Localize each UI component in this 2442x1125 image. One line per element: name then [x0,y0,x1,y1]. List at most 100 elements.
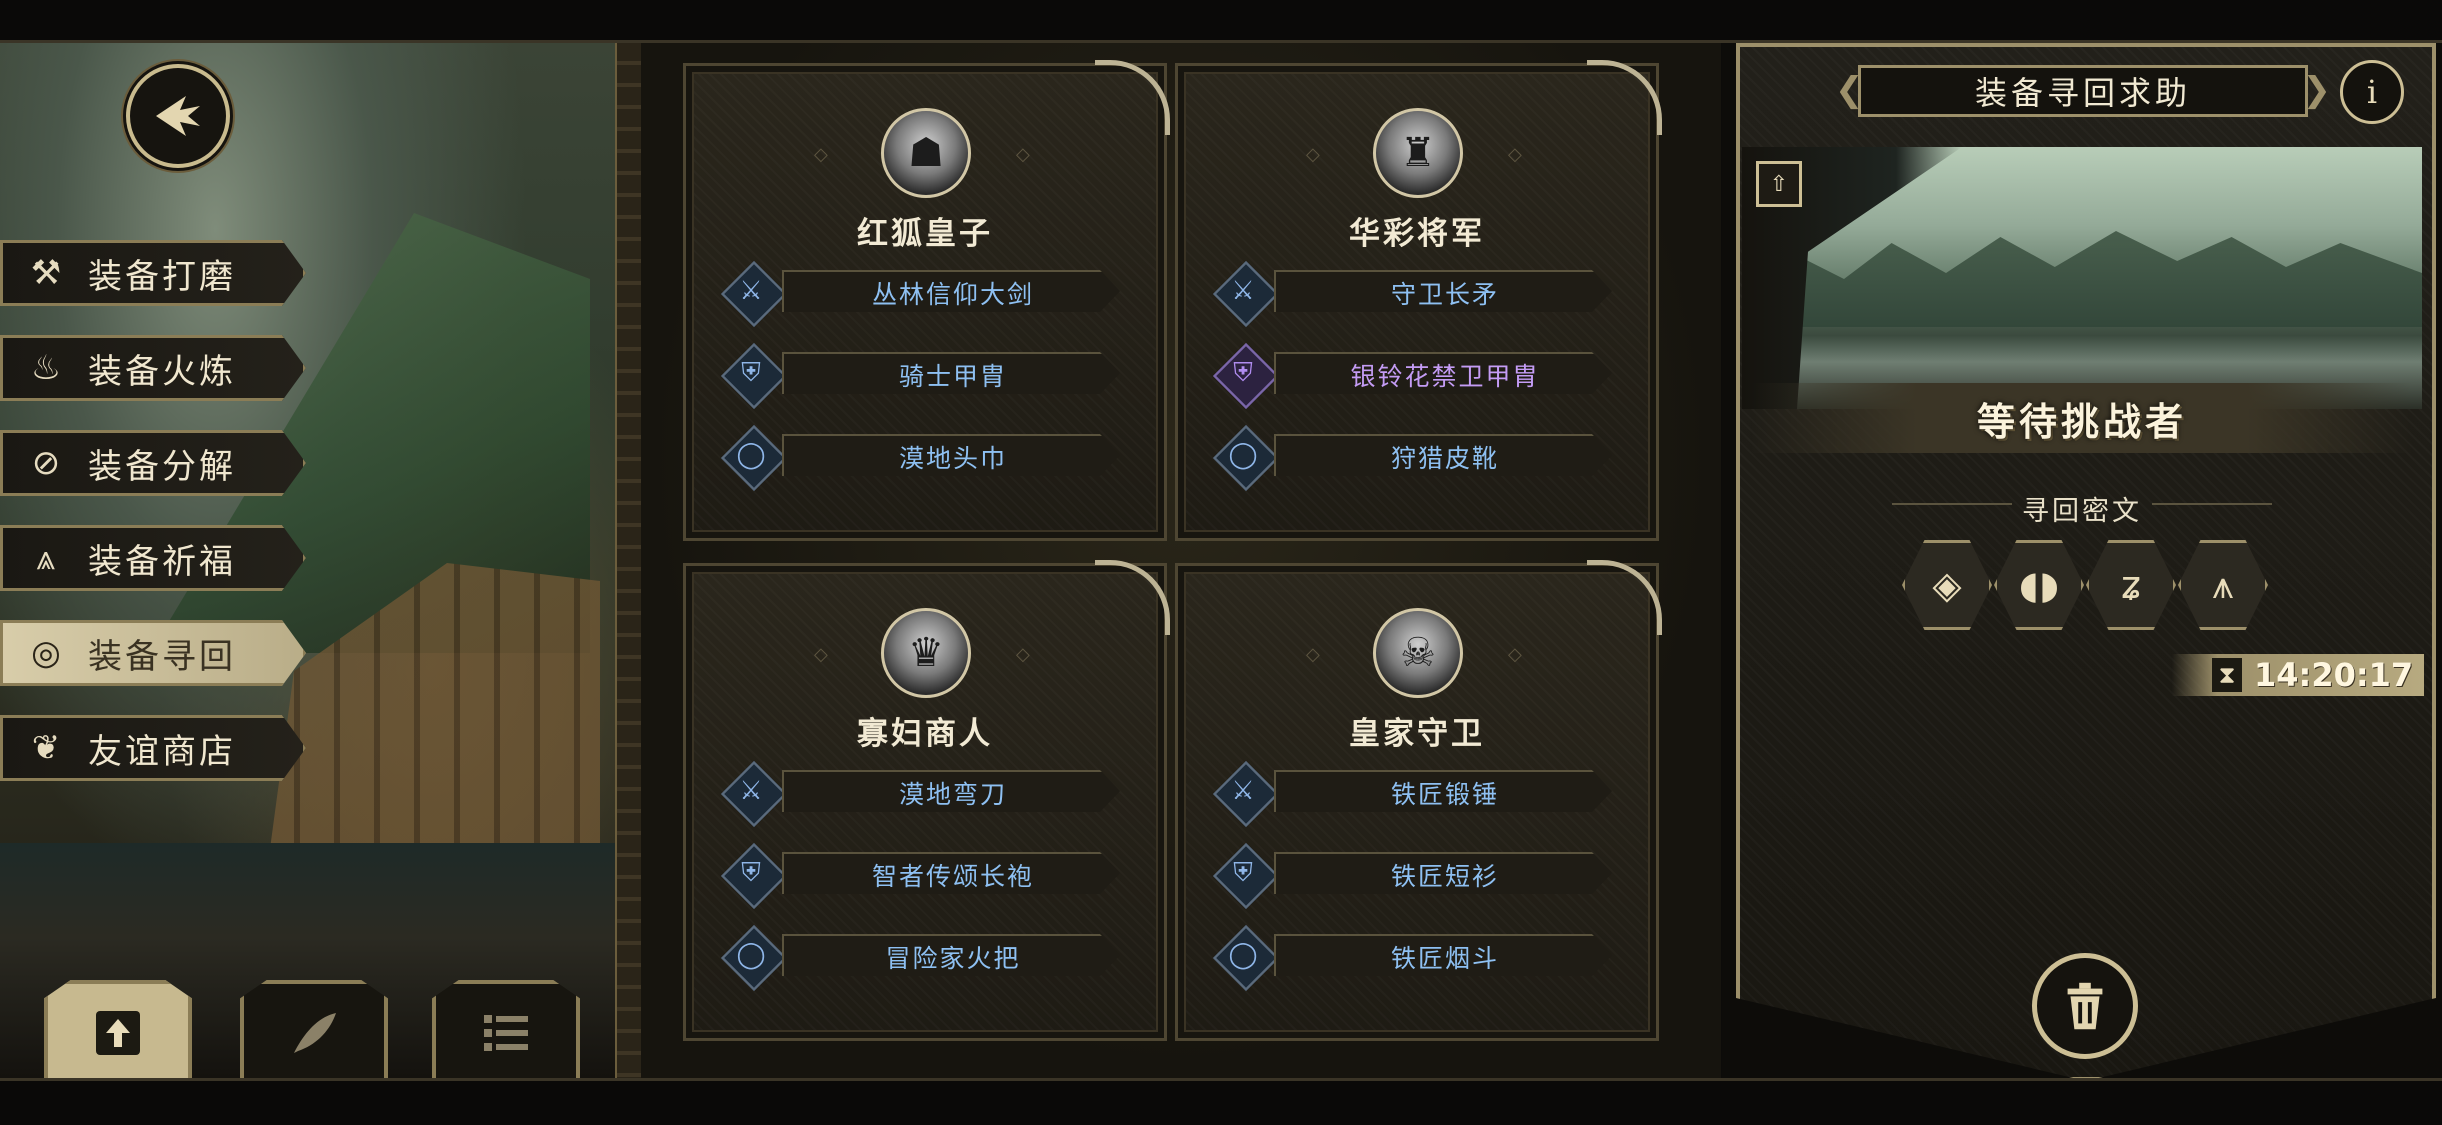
equipment-row[interactable]: ⛨ 智者传颂长袍 [720,842,1124,910]
timer-value: 14:20:17 [2254,656,2414,694]
menu-item-dismantle[interactable]: ⊘ 装备分解 [0,430,306,496]
equipment-name: 智者传颂长袍 [871,862,1034,891]
battle-scene-image: ⇧ [1742,147,2422,409]
wolf-portrait-icon: ☗ [908,130,944,176]
equipment-name: 铁匠烟斗 [1390,944,1499,973]
request-card[interactable]: ◇ ◇ ♜ 华彩将军 ⚔ 守卫长矛 ⛨ 银铃花禁卫甲胄 ◯ 狩猎皮靴 [1175,60,1662,541]
rune-slot[interactable]: ʑ [2086,540,2176,630]
owner-portrait: ☗ [881,108,971,198]
equipment-row[interactable]: ⛨ 铁匠短衫 [1212,842,1616,910]
owner-portrait: ♜ [1373,108,1463,198]
equipment-name: 丛林信仰大剑 [871,280,1034,309]
rune-slot[interactable]: ◈ [1902,540,1992,630]
request-card[interactable]: ◇ ◇ ☗ 红狐皇子 ⚔ 丛林信仰大剑 ⛨ 骑士甲胄 ◯ 漠地头巾 [683,60,1170,541]
diamond-ornament: ◇ [814,644,828,665]
bottom-frame [0,1078,2442,1125]
menu-item-retrieve[interactable]: ◎ 装备寻回 [0,620,306,686]
card-corner [1095,60,1170,135]
equipment-row[interactable]: ◯ 铁匠烟斗 [1212,924,1616,992]
equipment-bar: 银铃花禁卫甲胄 [1274,352,1612,394]
armor-icon: ⛨ [1233,857,1253,888]
tab-list[interactable] [432,980,580,1082]
equipment-name: 银铃花禁卫甲胄 [1350,362,1540,391]
rune-knot-icon: ʑ [2121,563,2141,607]
equipment-name: 骑士甲胄 [898,362,1007,391]
request-card[interactable]: ◇ ◇ ♛ 寡妇商人 ⚔ 漠地弯刀 ⛨ 智者传颂长袍 ◯ 冒险家火把 [683,560,1170,1041]
flame-icon: ♨ [30,348,62,388]
equipment-name: 铁匠锻锤 [1390,780,1499,809]
equipment-row[interactable]: ⚔ 守卫长矛 [1212,260,1616,328]
equipment-row[interactable]: ⛨ 银铃花禁卫甲胄 [1212,342,1616,410]
sword-icon: ⚔ [1231,276,1255,306]
owner-name: 红狐皇子 [857,216,993,252]
sword-icon: ⚔ [739,776,763,806]
request-card[interactable]: ◇ ◇ ☠ 皇家守卫 ⚔ 铁匠锻锤 ⛨ 铁匠短衫 ◯ 铁匠烟斗 [1175,560,1662,1041]
equipment-name: 狩猎皮靴 [1390,444,1499,473]
feather-icon [294,1013,336,1053]
card-corner [1587,560,1662,635]
share-button[interactable]: ⇧ [1756,161,1802,207]
menu-item-label: 装备火炼 [88,351,236,392]
equipment-row[interactable]: ⚔ 漠地弯刀 [720,760,1124,828]
delete-button[interactable] [2032,953,2138,1059]
back-button[interactable] [126,64,230,168]
menu-item-forge[interactable]: ♨ 装备火炼 [0,335,306,401]
ring-icon: ◯ [1228,440,1258,470]
rune-slot[interactable]: ◖◗ [1994,540,2084,630]
pray-icon: ⩓ [36,538,56,578]
equipment-name: 漠地头巾 [898,444,1007,473]
armor-icon: ⛨ [741,857,761,888]
diamond-ornament: ◇ [1306,144,1320,165]
equipment-bar: 丛林信仰大剑 [782,270,1120,312]
tab-upload[interactable] [44,980,192,1082]
panel-title: 装备寻回求助 [1835,65,2331,117]
armor-icon: ⛨ [1233,357,1253,388]
equipment-row[interactable]: ⚔ 丛林信仰大剑 [720,260,1124,328]
sword-icon: ⚔ [739,276,763,306]
equipment-row[interactable]: ⛨ 骑士甲胄 [720,342,1124,410]
hourglass-icon: ⧗ [2212,658,2242,692]
menu-item-friend-shop[interactable]: ❦ 友谊商店 [0,715,306,781]
divider-line [2152,503,2272,505]
menu-item-label: 装备寻回 [88,636,236,677]
equipment-row[interactable]: ⚔ 铁匠锻锤 [1212,760,1616,828]
equipment-bar: 狩猎皮靴 [1274,434,1612,476]
ring-icon: ◯ [736,940,766,970]
rune-gate-icon: ⩚ [2212,562,2234,607]
menu-item-polish[interactable]: ⚒ 装备打磨 [0,240,306,306]
equipment-bar: 铁匠烟斗 [1274,934,1612,976]
back-arrow-icon [156,96,200,136]
guard-portrait-icon: ☠ [1400,630,1436,676]
list-icon [484,1015,528,1051]
equipment-bar: 漠地弯刀 [782,770,1120,812]
retrieve-panel: 装备寻回求助 i ⇧ 等待挑战者 寻回密文 ◈ ◖◗ ʑ ⩚ ⧗ 14:20:1… [1722,43,2442,1081]
fox-icon: ❦ [31,728,61,768]
card-corner [1095,560,1170,635]
upload-icon: ⇧ [1769,171,1789,197]
hammer-icon: ⚒ [30,253,62,293]
panel-title-text: 装备寻回求助 [1974,74,2191,112]
equipment-name: 守卫长矛 [1390,280,1499,309]
diamond-ornament: ◇ [1016,644,1030,665]
equipment-name: 铁匠短衫 [1390,862,1499,891]
menu-item-label: 装备分解 [88,446,236,487]
owner-name: 寡妇商人 [857,716,993,752]
tab-feather[interactable] [240,980,388,1082]
equipment-bar: 漠地头巾 [782,434,1120,476]
ring-icon: ◯ [736,440,766,470]
rune-slot[interactable]: ⩚ [2178,540,2268,630]
equipment-row[interactable]: ◯ 漠地头巾 [720,424,1124,492]
side-menu: ⚒ 装备打磨 ♨ 装备火炼 ⊘ 装备分解 ⩓ 装备祈福 ◎ 装备寻回 ❦ 友谊商… [0,240,310,810]
requests-grid: ◇ ◇ ☗ 红狐皇子 ⚔ 丛林信仰大剑 ⛨ 骑士甲胄 ◯ 漠地头巾 ◇ ◇ ♜ … [641,43,1721,1078]
cipher-label: 寻回密文 [2022,496,2142,527]
menu-item-bless[interactable]: ⩓ 装备祈福 [0,525,306,591]
ring-icon: ◯ [1228,940,1258,970]
equipment-row[interactable]: ◯ 冒险家火把 [720,924,1124,992]
info-button[interactable]: i [2340,60,2404,124]
sword-icon: ⚔ [1231,776,1255,806]
trash-icon [2067,982,2103,1030]
countdown-timer: ⧗ 14:20:17 [2172,654,2424,696]
equipment-row[interactable]: ◯ 狩猎皮靴 [1212,424,1616,492]
dismantle-icon: ⊘ [31,443,61,483]
rune-split-icon: ◖◗ [2018,563,2060,607]
